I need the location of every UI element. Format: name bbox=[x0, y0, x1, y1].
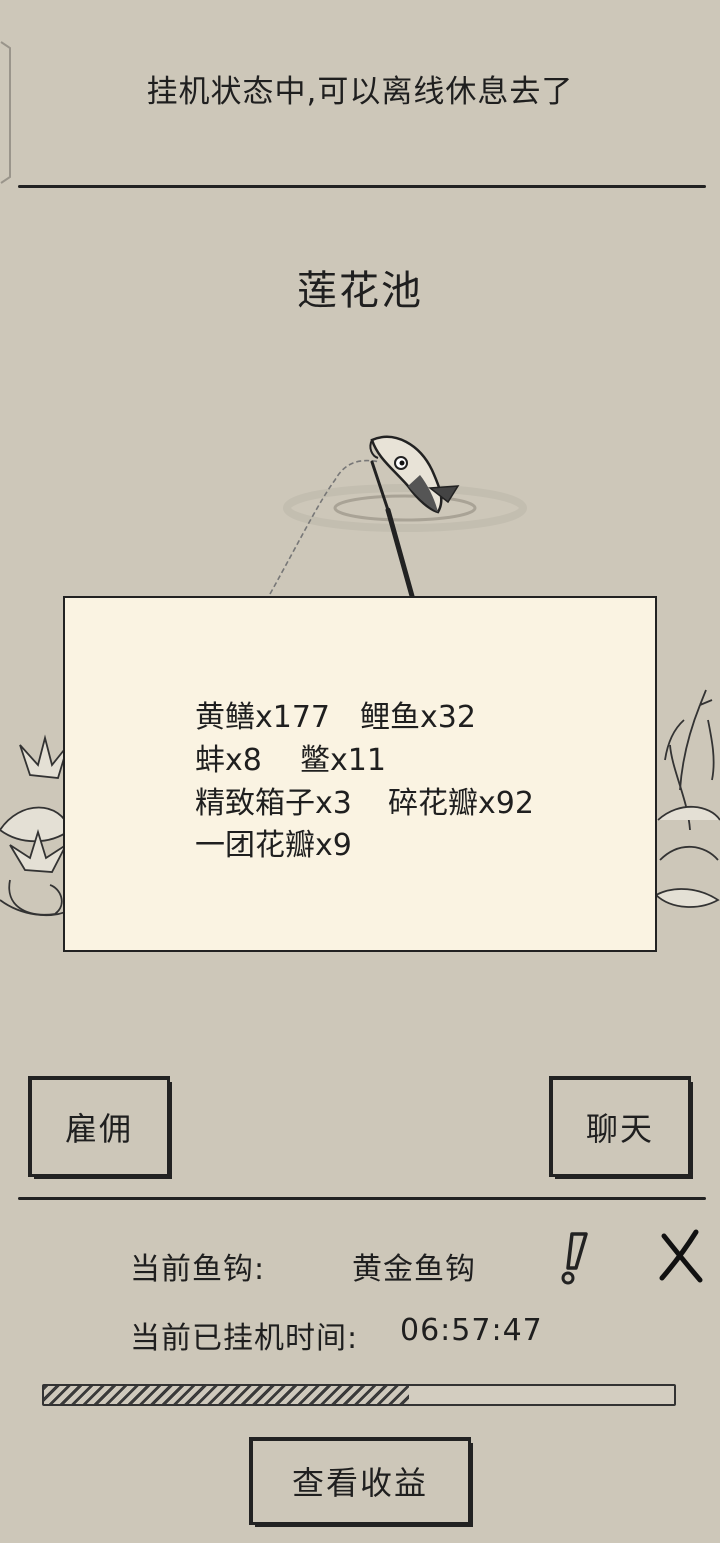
hire-button[interactable]: 雇佣 bbox=[28, 1076, 172, 1179]
catch-results-panel: 黄鳝x177 鲤鱼x32 蚌x8 鳖x11 精致箱子x3 碎花瓣x92 一团花瓣x9 bbox=[63, 596, 657, 952]
fishing-rod bbox=[385, 507, 415, 599]
bottom-divider bbox=[18, 1197, 706, 1200]
edge-bracket-decoration bbox=[0, 41, 11, 184]
water-ripple bbox=[283, 484, 527, 532]
catch-row: 黄鳝x177 鲤鱼x32 bbox=[195, 692, 476, 736]
catch-row: 精致箱子x3 碎花瓣x92 bbox=[195, 778, 534, 822]
idle-progress-fill bbox=[44, 1386, 410, 1404]
location-title: 莲花池 bbox=[297, 268, 423, 314]
idle-status-message: 挂机状态中,可以离线休息去了 bbox=[146, 74, 574, 110]
catch-row: 蚌x8 鳖x11 bbox=[195, 735, 386, 779]
catch-item: 一团花瓣x9 bbox=[195, 828, 352, 863]
lotus-left-illustration bbox=[0, 734, 72, 917]
catch-row: 一团花瓣x9 bbox=[195, 820, 352, 864]
chat-button[interactable]: 聊天 bbox=[549, 1076, 693, 1179]
top-divider bbox=[18, 185, 706, 188]
lotus-right-illustration bbox=[654, 689, 720, 908]
hook-label: 当前鱼钩: bbox=[130, 1252, 266, 1287]
catch-item: 蚌x8 bbox=[195, 743, 262, 778]
catch-item: 碎花瓣x92 bbox=[388, 786, 534, 821]
idle-time-label: 当前已挂机时间: bbox=[130, 1321, 359, 1356]
catch-item: 鳖x11 bbox=[300, 743, 386, 778]
catch-item: 精致箱子x3 bbox=[195, 786, 352, 821]
view-earnings-button[interactable]: 查看收益 bbox=[249, 1437, 473, 1527]
idle-time-value: 06:57:47 bbox=[400, 1313, 543, 1348]
catch-item: 黄鳝x177 bbox=[195, 700, 331, 735]
exclamation-icon[interactable] bbox=[550, 1228, 600, 1288]
idle-progress-bar bbox=[42, 1384, 676, 1406]
close-icon[interactable] bbox=[656, 1226, 706, 1286]
hook-value: 黄金鱼钩 bbox=[352, 1252, 476, 1287]
catch-item: 鲤鱼x32 bbox=[360, 700, 476, 735]
